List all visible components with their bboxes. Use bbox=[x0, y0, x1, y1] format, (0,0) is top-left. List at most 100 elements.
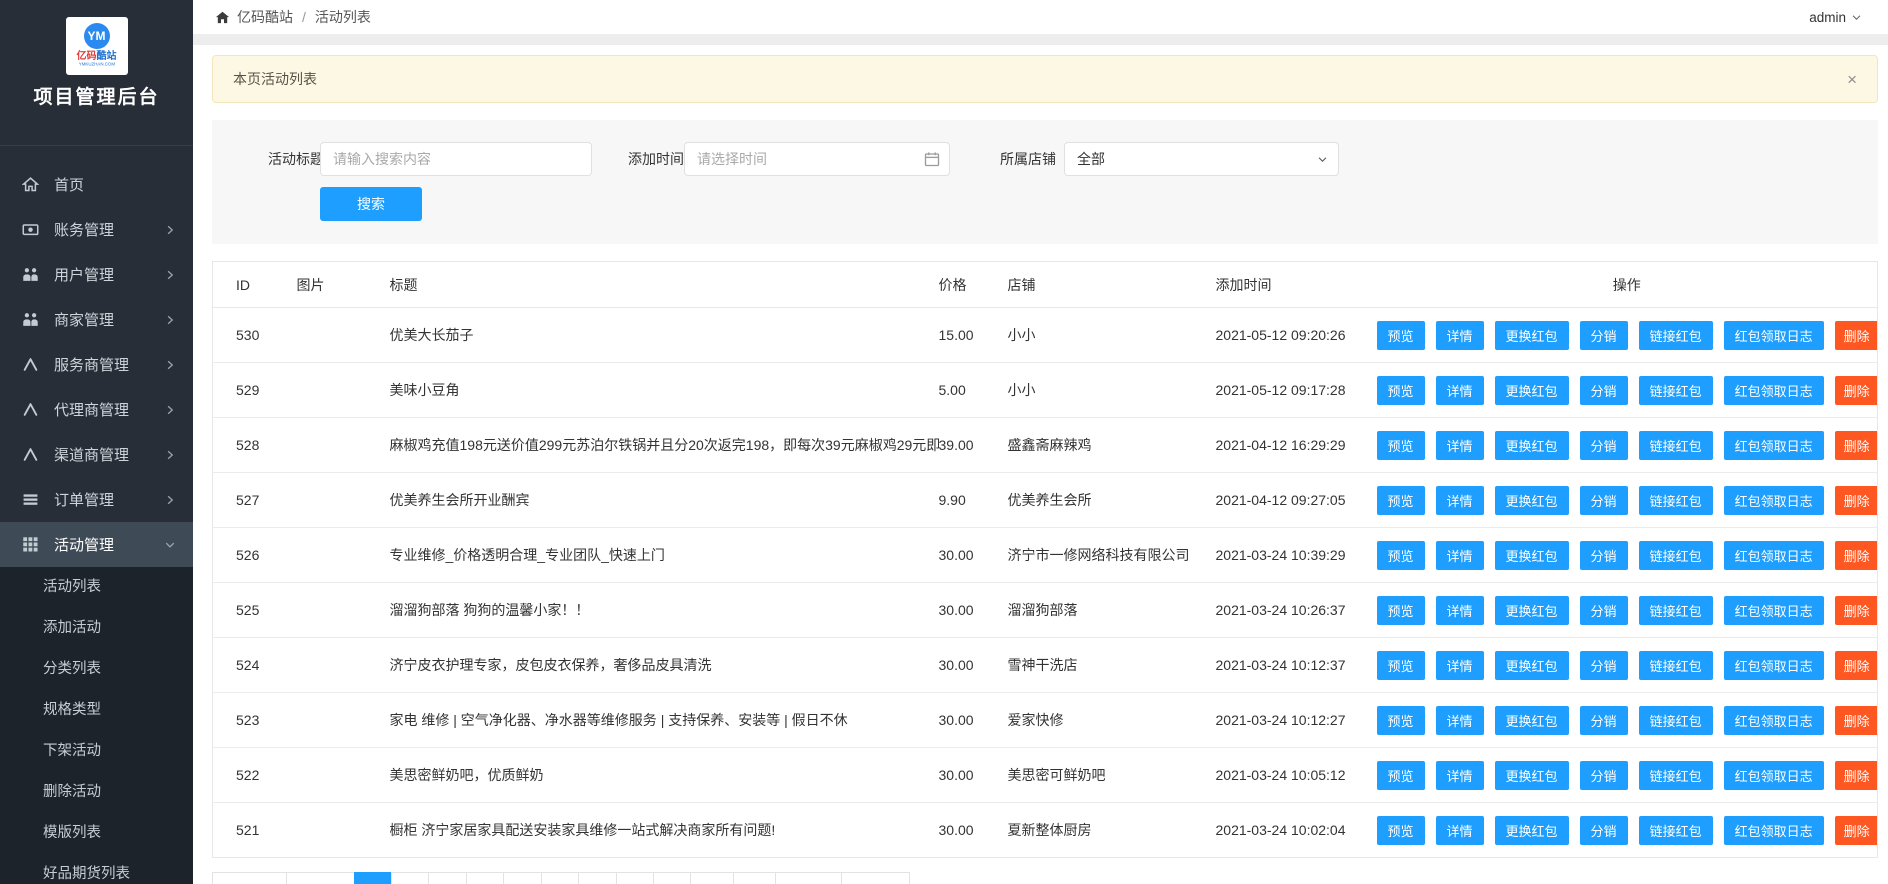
action-button-5[interactable]: 红包领取日志 bbox=[1723, 320, 1824, 350]
action-button-1[interactable]: 详情 bbox=[1435, 540, 1484, 570]
shop-select[interactable]: 全部 bbox=[1064, 142, 1339, 176]
action-button-4[interactable]: 链接红包 bbox=[1638, 485, 1713, 515]
submenu-item-6[interactable]: 模版列表 bbox=[0, 813, 193, 854]
pagination-cell-7[interactable] bbox=[541, 872, 579, 884]
pagination-cell-3[interactable] bbox=[391, 872, 429, 884]
action-button-3[interactable]: 分销 bbox=[1579, 320, 1628, 350]
action-button-2[interactable]: 更换红包 bbox=[1494, 540, 1569, 570]
delete-button[interactable]: 删除 bbox=[1834, 430, 1878, 460]
pagination-cell-14[interactable] bbox=[841, 872, 910, 884]
sidebar-item-4[interactable]: 服务商管理 bbox=[0, 342, 193, 387]
action-button-4[interactable]: 链接红包 bbox=[1638, 760, 1713, 790]
action-button-3[interactable]: 分销 bbox=[1579, 705, 1628, 735]
action-button-5[interactable]: 红包领取日志 bbox=[1723, 540, 1824, 570]
submenu-item-5[interactable]: 删除活动 bbox=[0, 772, 193, 813]
pagination-cell-5[interactable] bbox=[466, 872, 504, 884]
action-button-0[interactable]: 预览 bbox=[1376, 540, 1425, 570]
pagination-cell-1[interactable] bbox=[286, 872, 355, 884]
title-search-input[interactable] bbox=[320, 142, 592, 176]
action-button-5[interactable]: 红包领取日志 bbox=[1723, 705, 1824, 735]
action-button-5[interactable]: 红包领取日志 bbox=[1723, 430, 1824, 460]
search-button[interactable]: 搜索 bbox=[320, 187, 422, 221]
action-button-1[interactable]: 详情 bbox=[1435, 430, 1484, 460]
submenu-item-0[interactable]: 活动列表 bbox=[0, 567, 193, 608]
delete-button[interactable]: 删除 bbox=[1834, 705, 1878, 735]
action-button-1[interactable]: 详情 bbox=[1435, 595, 1484, 625]
sidebar-item-2[interactable]: 用户管理 bbox=[0, 252, 193, 297]
action-button-2[interactable]: 更换红包 bbox=[1494, 375, 1569, 405]
action-button-3[interactable]: 分销 bbox=[1579, 430, 1628, 460]
delete-button[interactable]: 删除 bbox=[1834, 650, 1878, 680]
action-button-0[interactable]: 预览 bbox=[1376, 320, 1425, 350]
action-button-2[interactable]: 更换红包 bbox=[1494, 705, 1569, 735]
pagination-cell-8[interactable] bbox=[578, 872, 617, 884]
delete-button[interactable]: 删除 bbox=[1834, 595, 1878, 625]
action-button-5[interactable]: 红包领取日志 bbox=[1723, 650, 1824, 680]
action-button-1[interactable]: 详情 bbox=[1435, 705, 1484, 735]
pagination-cell-13[interactable] bbox=[775, 872, 842, 884]
pagination-cell-0[interactable] bbox=[212, 872, 287, 884]
action-button-0[interactable]: 预览 bbox=[1376, 430, 1425, 460]
action-button-2[interactable]: 更换红包 bbox=[1494, 485, 1569, 515]
action-button-5[interactable]: 红包领取日志 bbox=[1723, 375, 1824, 405]
pagination-cell-10[interactable] bbox=[653, 872, 691, 884]
sidebar-item-3[interactable]: 商家管理 bbox=[0, 297, 193, 342]
action-button-4[interactable]: 链接红包 bbox=[1638, 540, 1713, 570]
submenu-item-2[interactable]: 分类列表 bbox=[0, 649, 193, 690]
calendar-icon[interactable] bbox=[924, 151, 940, 167]
action-button-5[interactable]: 红包领取日志 bbox=[1723, 815, 1824, 845]
action-button-2[interactable]: 更换红包 bbox=[1494, 760, 1569, 790]
action-button-0[interactable]: 预览 bbox=[1376, 485, 1425, 515]
action-button-4[interactable]: 链接红包 bbox=[1638, 650, 1713, 680]
action-button-4[interactable]: 链接红包 bbox=[1638, 595, 1713, 625]
action-button-4[interactable]: 链接红包 bbox=[1638, 430, 1713, 460]
action-button-2[interactable]: 更换红包 bbox=[1494, 430, 1569, 460]
action-button-2[interactable]: 更换红包 bbox=[1494, 320, 1569, 350]
action-button-5[interactable]: 红包领取日志 bbox=[1723, 760, 1824, 790]
action-button-5[interactable]: 红包领取日志 bbox=[1723, 485, 1824, 515]
action-button-3[interactable]: 分销 bbox=[1579, 815, 1628, 845]
action-button-3[interactable]: 分销 bbox=[1579, 485, 1628, 515]
delete-button[interactable]: 删除 bbox=[1834, 540, 1878, 570]
pagination-cell-9[interactable] bbox=[616, 872, 654, 884]
action-button-3[interactable]: 分销 bbox=[1579, 595, 1628, 625]
sidebar-item-5[interactable]: 代理商管理 bbox=[0, 387, 193, 432]
sidebar-item-8[interactable]: 活动管理 bbox=[0, 522, 193, 567]
action-button-0[interactable]: 预览 bbox=[1376, 650, 1425, 680]
action-button-2[interactable]: 更换红包 bbox=[1494, 650, 1569, 680]
action-button-4[interactable]: 链接红包 bbox=[1638, 705, 1713, 735]
action-button-2[interactable]: 更换红包 bbox=[1494, 595, 1569, 625]
action-button-1[interactable]: 详情 bbox=[1435, 485, 1484, 515]
sidebar-item-7[interactable]: 订单管理 bbox=[0, 477, 193, 522]
sidebar-item-1[interactable]: 账务管理 bbox=[0, 207, 193, 252]
pagination-cell-2[interactable] bbox=[354, 872, 392, 884]
sidebar-item-6[interactable]: 渠道商管理 bbox=[0, 432, 193, 477]
delete-button[interactable]: 删除 bbox=[1834, 375, 1878, 405]
action-button-4[interactable]: 链接红包 bbox=[1638, 375, 1713, 405]
user-dropdown[interactable]: admin bbox=[1809, 10, 1862, 25]
delete-button[interactable]: 删除 bbox=[1834, 320, 1878, 350]
action-button-0[interactable]: 预览 bbox=[1376, 760, 1425, 790]
action-button-1[interactable]: 详情 bbox=[1435, 650, 1484, 680]
delete-button[interactable]: 删除 bbox=[1834, 760, 1878, 790]
pagination-cell-6[interactable] bbox=[503, 872, 542, 884]
pagination-cell-11[interactable] bbox=[690, 872, 734, 884]
pagination-cell-4[interactable] bbox=[428, 872, 467, 884]
submenu-item-7[interactable]: 好品期货列表 bbox=[0, 854, 193, 884]
sidebar-item-0[interactable]: 首页 bbox=[0, 162, 193, 207]
action-button-4[interactable]: 链接红包 bbox=[1638, 815, 1713, 845]
action-button-1[interactable]: 详情 bbox=[1435, 375, 1484, 405]
action-button-0[interactable]: 预览 bbox=[1376, 705, 1425, 735]
action-button-1[interactable]: 详情 bbox=[1435, 760, 1484, 790]
action-button-0[interactable]: 预览 bbox=[1376, 595, 1425, 625]
action-button-4[interactable]: 链接红包 bbox=[1638, 320, 1713, 350]
time-picker-input[interactable] bbox=[684, 142, 950, 176]
action-button-0[interactable]: 预览 bbox=[1376, 815, 1425, 845]
action-button-3[interactable]: 分销 bbox=[1579, 375, 1628, 405]
action-button-2[interactable]: 更换红包 bbox=[1494, 815, 1569, 845]
submenu-item-1[interactable]: 添加活动 bbox=[0, 608, 193, 649]
breadcrumb-current[interactable]: 活动列表 bbox=[315, 7, 371, 27]
submenu-item-4[interactable]: 下架活动 bbox=[0, 731, 193, 772]
action-button-5[interactable]: 红包领取日志 bbox=[1723, 595, 1824, 625]
action-button-1[interactable]: 详情 bbox=[1435, 815, 1484, 845]
